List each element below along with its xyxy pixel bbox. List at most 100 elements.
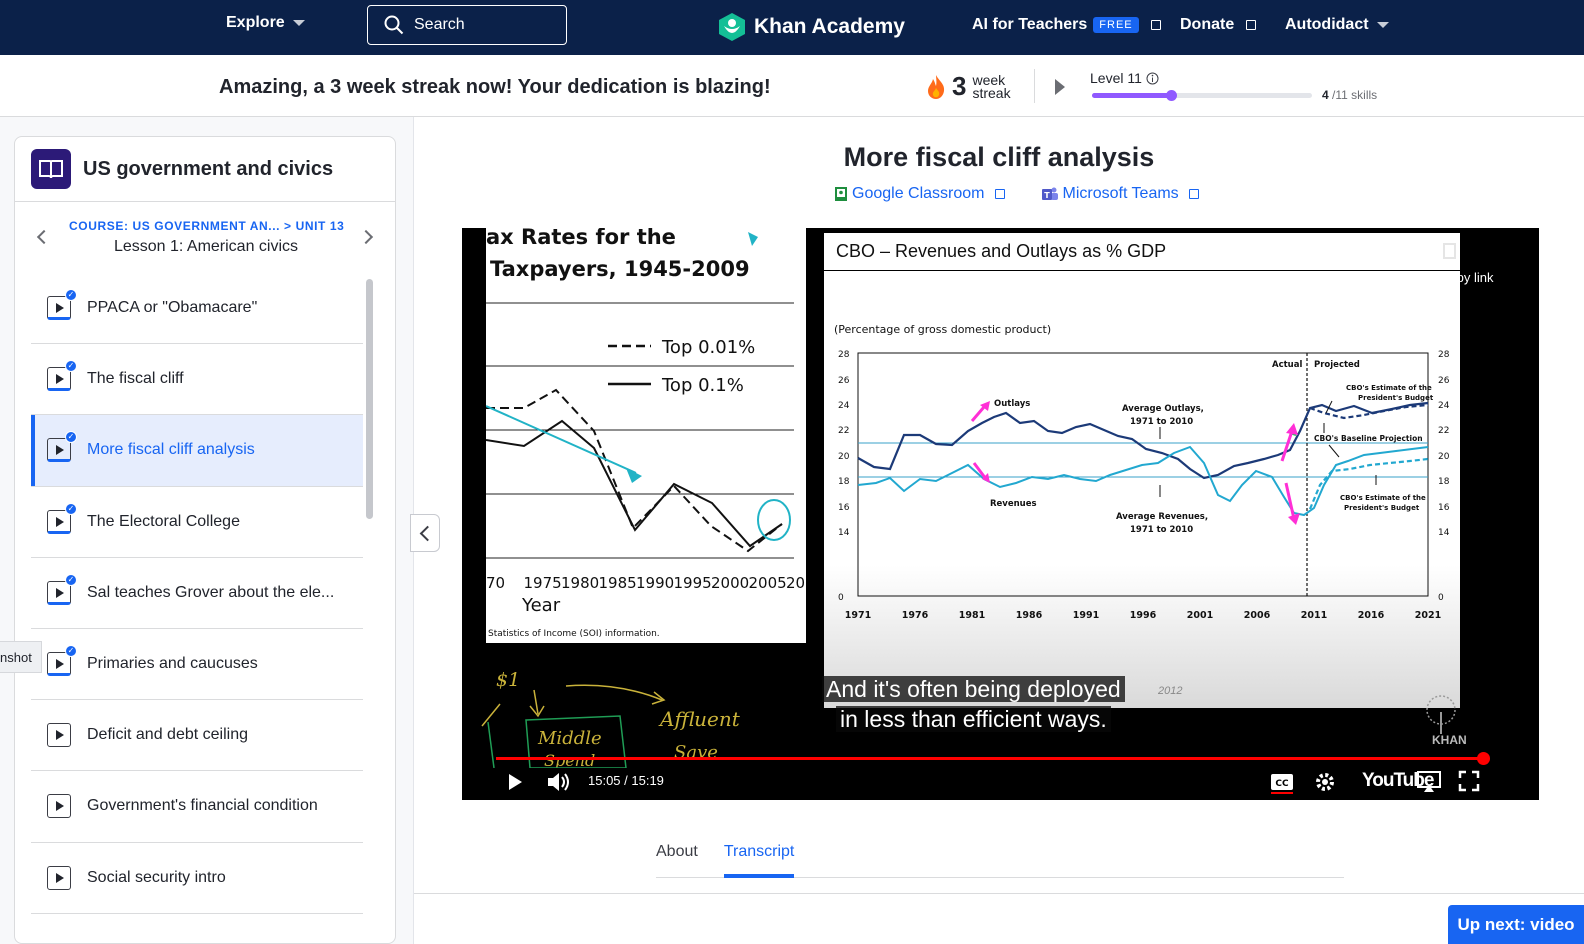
settings-gear-icon[interactable] — [1314, 771, 1336, 793]
tick-label: 26 — [1438, 376, 1450, 386]
date-watermark: 2012 — [1158, 685, 1183, 697]
streak-unit-streak: streak — [972, 84, 1011, 101]
play-arrow-icon[interactable] — [1055, 79, 1065, 95]
cbo-yticks-right: 28 26 24 22 20 18 16 14 0 — [1438, 350, 1450, 603]
ann-avg-rev-1: Average Revenues, — [1116, 512, 1208, 522]
fullscreen-icon[interactable] — [1458, 770, 1480, 792]
course-header[interactable]: US government and civics — [15, 137, 395, 202]
up-next-button[interactable]: Up next: video — [1448, 905, 1584, 944]
video-progress-bar[interactable] — [496, 757, 1483, 760]
collapse-sidebar-button[interactable] — [410, 514, 440, 552]
google-classroom-label: Google Classroom — [852, 185, 985, 202]
streak-counter[interactable]: 3 week streak — [926, 71, 1011, 102]
lesson-item-label: Government's financial condition — [87, 797, 318, 815]
cbo-chart: (Percentage of gross domestic product) 2… — [834, 323, 1450, 621]
lesson-item[interactable]: ✓ PPACA or "Obamacare" — [31, 273, 363, 345]
khan-academy-logo[interactable]: Khan Academy — [718, 12, 905, 42]
skills-done: 4 — [1322, 88, 1329, 102]
donate-link[interactable]: Donate — [1180, 16, 1257, 34]
external-link-icon — [1188, 189, 1199, 199]
cbo-xticks: 1971 1976 1981 1986 1991 1996 2001 2006 2011 2016… — [845, 610, 1441, 621]
cbo-yticks-left: 28 26 24 22 20 18 16 14 0 — [838, 350, 850, 603]
level-text: Level 11 — [1090, 70, 1142, 86]
microsoft-teams-link[interactable]: T Microsoft Teams — [1041, 185, 1199, 203]
handwriting: $1 Middle Spend Affluent Save — [481, 669, 741, 768]
course-book-icon — [31, 149, 71, 189]
search-label: Search — [414, 16, 465, 33]
video-play-icon — [47, 794, 71, 819]
checkmark-icon: ✓ — [65, 289, 77, 302]
tick-label: 14 — [1438, 528, 1450, 538]
breadcrumb[interactable]: COURSE: US GOVERNMENT AN... > UNIT 13 — [69, 219, 344, 233]
google-classroom-link[interactable]: Google Classroom — [834, 185, 1005, 203]
tick-label: 22 — [1438, 426, 1449, 436]
ann-avg-rev-2: 1971 to 2010 — [1130, 525, 1193, 535]
copy-link-icon[interactable] — [1440, 240, 1460, 264]
checkmark-icon: ✓ — [65, 573, 77, 586]
lesson-item[interactable]: ✓ Sal teaches Grover about the ele... — [31, 558, 363, 629]
google-classroom-icon — [835, 187, 847, 201]
tick-label: 70 — [486, 574, 505, 592]
play-icon[interactable] — [506, 772, 524, 792]
chevron-down-icon — [1376, 22, 1389, 28]
tick-label: 20 — [838, 452, 850, 462]
ann-cbo-est-bot-2: President's Budget — [1344, 504, 1420, 512]
video-player[interactable]: ax Rates for the Taxpayers, 1945-2009 To… — [462, 228, 1539, 800]
lesson-item-label: More fiscal cliff analysis — [87, 441, 255, 459]
lesson-item[interactable]: ✓ More fiscal cliff analysis — [31, 415, 363, 487]
ann-projected: Projected — [1314, 360, 1360, 370]
external-link-icon — [994, 189, 1005, 199]
lesson-item[interactable]: Social security intro — [31, 843, 363, 914]
lesson-title: Lesson 1: American civics — [113, 238, 299, 255]
lesson-item[interactable]: Government's financial condition — [31, 771, 363, 843]
sidebar-scrollbar[interactable] — [363, 273, 377, 943]
captions-icon[interactable]: CC — [1270, 772, 1294, 794]
tick-label: 24 — [1438, 401, 1450, 411]
ann-avg-outlays-2: 1971 to 2010 — [1130, 417, 1193, 427]
video-caption: And it's often being deployed in less th… — [822, 674, 1125, 734]
user-menu[interactable]: Autodidact — [1285, 16, 1389, 34]
scroll-thumb[interactable] — [366, 279, 373, 519]
svg-text:T: T — [1044, 191, 1050, 200]
ann-cbo-est-top-1: CBO's Estimate of the — [1346, 384, 1432, 392]
video-scrubber[interactable] — [1477, 752, 1490, 765]
left-source: Statistics of Income (SOI) information. — [488, 629, 660, 639]
ai-for-teachers-link[interactable]: AI for Teachers FREE — [972, 16, 1161, 34]
tick-label: 20 — [1438, 452, 1450, 462]
lesson-item[interactable]: ✓ Primaries and caucuses — [31, 629, 363, 701]
lesson-item[interactable]: ✓ The fiscal cliff — [31, 344, 363, 416]
copy-link-label[interactable]: Copy link — [1440, 270, 1493, 285]
explore-menu[interactable]: Explore — [226, 14, 305, 32]
tick-label: 1975 — [524, 574, 562, 592]
hw-dollar: $1 — [496, 669, 520, 691]
cbo-slide: CBO – Revenues and Outlays as % GDP (Per… — [824, 233, 1460, 708]
video-play-icon: ✓ — [47, 360, 77, 392]
chevron-down-icon — [292, 20, 305, 26]
streak-bar: Amazing, a 3 week streak now! Your dedic… — [0, 55, 1584, 117]
volume-icon[interactable] — [546, 770, 572, 794]
level-label: Level 11 — [1090, 70, 1159, 86]
microsoft-teams-icon: T — [1041, 187, 1058, 200]
tick-label: 1995 — [674, 574, 712, 592]
streak-unit: week streak — [972, 73, 1011, 101]
tick-label: 1986 — [1016, 610, 1043, 621]
screenshot-tab[interactable]: nshot — [0, 641, 42, 673]
search-box[interactable]: Search — [367, 5, 567, 45]
lesson-item-label: Primaries and caucuses — [87, 655, 258, 673]
airplay-icon[interactable] — [1416, 770, 1442, 794]
ann-cbo-est-bot-1: CBO's Estimate of the — [1340, 494, 1426, 502]
tick-label: 2005 — [749, 574, 787, 592]
lesson-item[interactable]: Deficit and debt ceiling — [31, 700, 363, 772]
left-title-2: Taxpayers, 1945-2009 — [490, 257, 750, 281]
tick-label: 1981 — [959, 610, 985, 621]
lesson-item[interactable]: ✓ The Electoral College — [31, 487, 363, 558]
divider — [1034, 69, 1035, 103]
tab-about[interactable]: About — [656, 836, 698, 878]
share-links: Google Classroom T Microsoft Teams — [834, 185, 1199, 203]
cbo-subtitle: (Percentage of gross domestic product) — [834, 323, 1051, 336]
info-icon[interactable] — [1146, 72, 1159, 85]
left-xlabel: Year — [521, 595, 561, 616]
tab-transcript[interactable]: Transcript — [723, 836, 795, 878]
legend-top01: Top 0.1% — [661, 375, 744, 396]
tick-label: 28 — [1438, 350, 1450, 360]
